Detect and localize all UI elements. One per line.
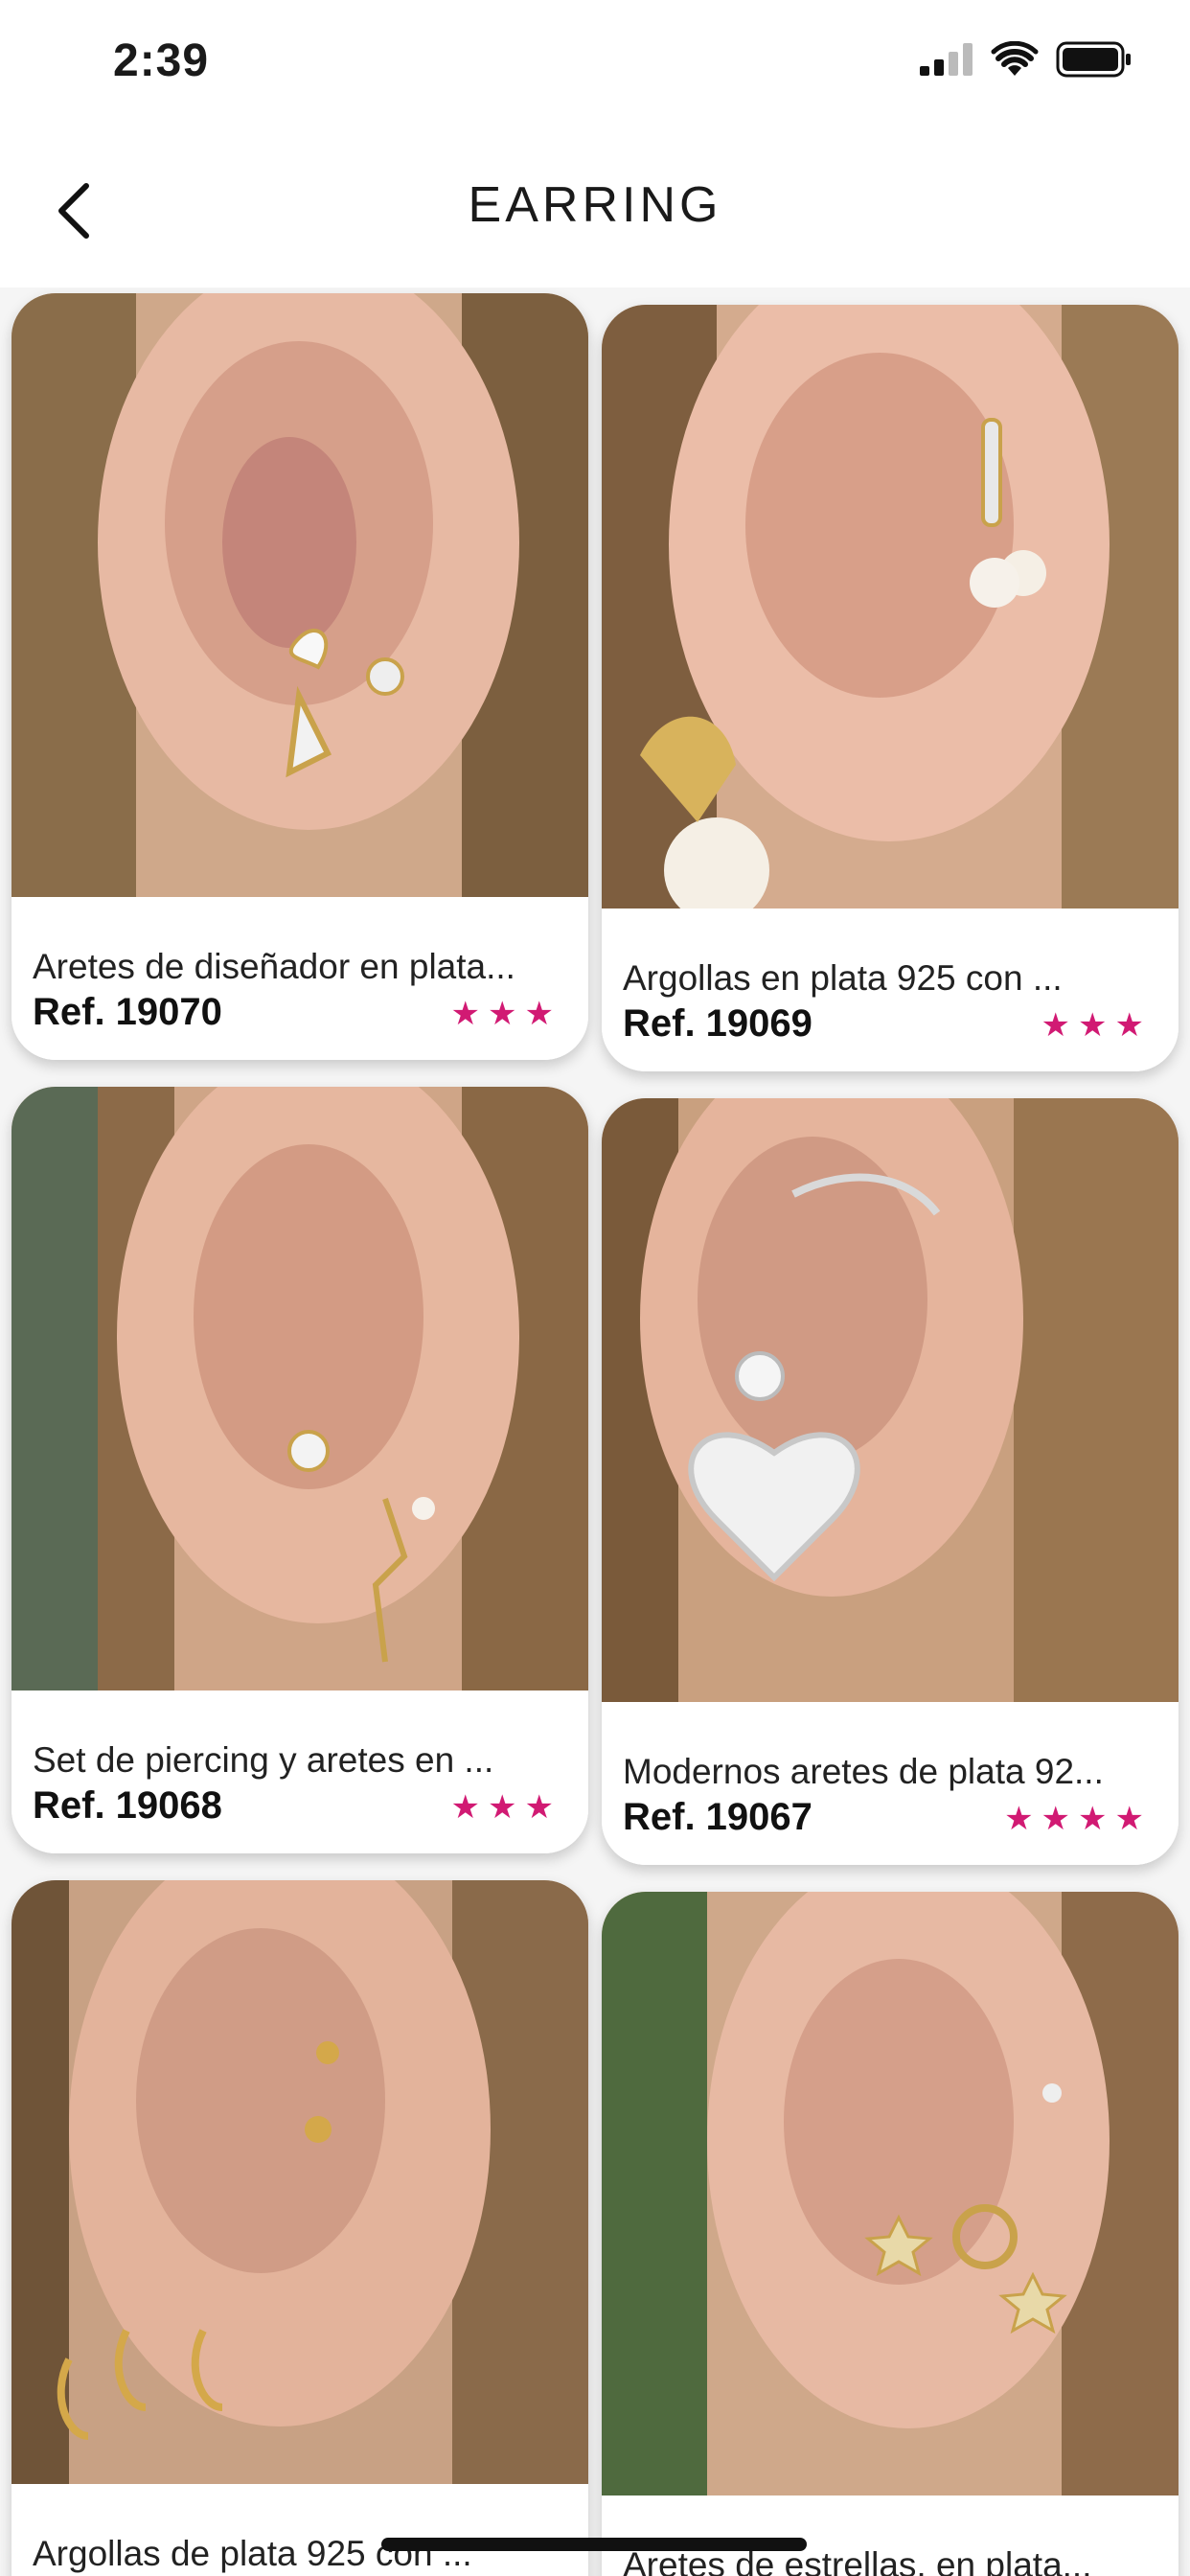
home-indicator [381, 2538, 807, 2551]
rating-stars: ★★★ [450, 996, 561, 1032]
product-name: Modernos aretes de plata 92... [623, 1752, 1104, 1791]
product-card[interactable]: Argollas en plata 925 con ... Ref. 19069… [602, 305, 1179, 1071]
product-info: Argollas en plata 925 con ... Ref. 19069… [602, 908, 1179, 1071]
battery-icon [1056, 41, 1133, 82]
product-card[interactable]: Argollas de plata 925 con ... [11, 1880, 588, 2576]
product-grid: Aretes de diseñador en plata... Ref. 190… [0, 288, 1190, 2576]
product-name: Aretes de diseñador en plata... [33, 947, 515, 986]
product-info: Argollas de plata 925 con ... [11, 2484, 588, 2576]
product-image [11, 1880, 588, 2503]
product-image [11, 1087, 588, 1690]
product-info: Modernos aretes de plata 92... Ref. 1906… [602, 1702, 1179, 1865]
wifi-icon [991, 40, 1039, 82]
product-image [602, 305, 1179, 928]
product-image [11, 293, 588, 897]
status-time: 2:39 [113, 35, 210, 86]
product-ref: Ref. 19068 [33, 1784, 222, 1827]
cellular-signal-icon [920, 42, 973, 80]
product-info: Set de piercing y aretes en ... Ref. 190… [11, 1690, 588, 1853]
product-ref: Ref. 19069 [623, 1002, 812, 1045]
product-ref: Ref. 19070 [33, 991, 222, 1033]
product-card[interactable]: Aretes de diseñador en plata... Ref. 190… [11, 293, 588, 1060]
product-card[interactable]: Aretes de estrellas, en plata... [602, 1892, 1179, 2576]
product-name: Set de piercing y aretes en ... [33, 1740, 494, 1780]
product-info: Aretes de estrellas, en plata... [602, 2496, 1179, 2576]
product-card[interactable]: Set de piercing y aretes en ... Ref. 190… [11, 1087, 588, 1853]
product-image [602, 1892, 1179, 2515]
product-image [602, 1098, 1179, 1721]
product-card[interactable]: Modernos aretes de plata 92... Ref. 1906… [602, 1098, 1179, 1865]
product-ref: Ref. 19067 [623, 1796, 812, 1838]
product-name: Argollas en plata 925 con ... [623, 958, 1063, 998]
status-bar: 2:39 [0, 0, 1190, 134]
rating-stars: ★★★★ [1004, 1801, 1152, 1837]
rating-stars: ★★★ [1041, 1007, 1152, 1044]
nav-bar: EARRING [0, 134, 1190, 288]
page-title: EARRING [468, 177, 722, 233]
rating-stars: ★★★ [450, 1789, 561, 1826]
status-icons [920, 40, 1133, 82]
product-info: Aretes de diseñador en plata... Ref. 190… [11, 897, 588, 1060]
